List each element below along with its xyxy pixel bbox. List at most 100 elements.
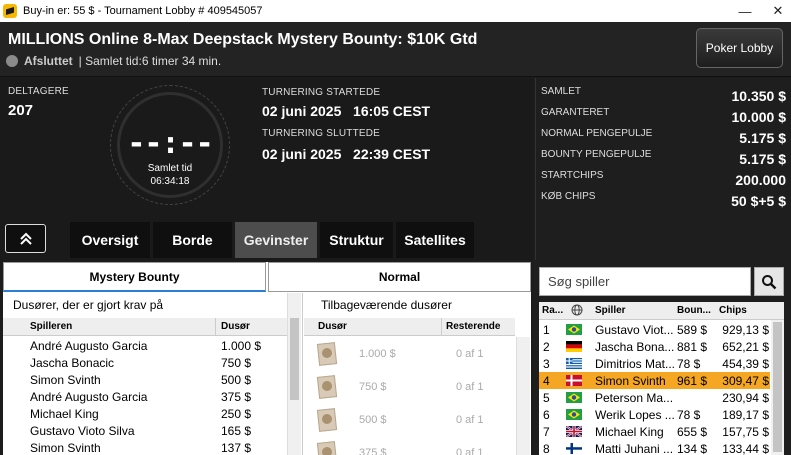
tab-satellites[interactable]: Satellites xyxy=(396,222,474,258)
search-button[interactable] xyxy=(754,267,784,296)
stat-label: SAMLET xyxy=(541,86,582,97)
player-bounty: 134 $ xyxy=(677,442,708,455)
claimed-player: Jascha Bonacic xyxy=(30,355,115,370)
player-row[interactable]: 2 Jascha Bona... 881 $ 652,21 $ xyxy=(539,338,770,355)
stat-value: 200.000 xyxy=(735,172,786,188)
players-scrollbar[interactable] xyxy=(771,320,784,455)
tab-struktur[interactable]: Struktur xyxy=(320,222,393,258)
player-chips: 652,21 $ xyxy=(722,340,769,354)
col-player: Spilleren xyxy=(30,321,73,332)
greece-flag-icon xyxy=(566,358,582,369)
col-remaining: Resterende xyxy=(446,321,501,332)
player-rank: 7 xyxy=(543,425,550,439)
player-rank: 2 xyxy=(543,340,550,354)
remaining-bounty: 1.000 $ xyxy=(359,348,396,360)
tournament-clock: --:-- Samlet tid 06:34:18 xyxy=(110,85,230,205)
stat-label: STARTCHIPS xyxy=(541,170,604,181)
elapsed-text: | Samlet tid:6 timer 34 min. xyxy=(78,54,222,68)
player-rank: 1 xyxy=(543,323,550,337)
player-search-input[interactable]: Søg spiller xyxy=(539,267,751,296)
remaining-bounty: 375 $ xyxy=(359,447,387,455)
tournament-info: DELTAGERE 207 --:-- Samlet tid 06:34:18 … xyxy=(0,78,533,260)
claimed-row[interactable]: Michael King 250 $ xyxy=(3,405,287,422)
window-title: Buy-in er: 55 $ - Tournament Lobby # 409… xyxy=(23,5,263,17)
claimed-row[interactable]: Simon Svinth 137 $ xyxy=(3,439,287,455)
player-rank: 3 xyxy=(543,357,550,371)
player-bounty: 78 $ xyxy=(677,408,701,422)
brazil-flag-icon xyxy=(566,409,582,420)
tab-gevinster[interactable]: Gevinster xyxy=(235,222,317,258)
remaining-bounty: 750 $ xyxy=(359,381,387,393)
brazil-flag-icon xyxy=(566,324,582,335)
claimed-bounty: 1.000 $ xyxy=(221,338,262,353)
col-rank: Ra... xyxy=(542,305,564,316)
minimize-icon[interactable]: — xyxy=(730,0,760,22)
claimed-player: Simon Svinth xyxy=(30,440,101,455)
claimed-scrollbar[interactable] xyxy=(287,293,301,455)
stat-row: KØB CHIPS 50 $+5 $ xyxy=(541,191,786,211)
player-rank: 4 xyxy=(543,374,550,388)
player-chips: 309,47 $ xyxy=(722,374,769,388)
ended-value: 02 juni 2025 22:39 CEST xyxy=(262,146,431,162)
clock-digits: --:-- xyxy=(127,126,213,161)
player-row[interactable]: 4 Simon Svinth 961 $ 309,47 $ xyxy=(539,372,770,389)
players-table: Ra... Spiller Boun... Chips 1 Gustavo Vio… xyxy=(539,302,784,455)
player-bounty: 961 $ xyxy=(677,374,708,388)
remaining-row: 750 $ 0 af 1 xyxy=(304,373,515,401)
subtab-normal[interactable]: Normal xyxy=(268,262,531,292)
search-icon xyxy=(762,274,777,289)
subtab-mystery-bounty[interactable]: Mystery Bounty xyxy=(3,262,266,292)
player-row[interactable]: 3 Dimitrios Mat... 78 $ 454,39 $ xyxy=(539,355,770,372)
scroll-thumb[interactable] xyxy=(290,318,299,400)
player-bounty: 78 $ xyxy=(677,357,701,371)
tab-borde[interactable]: Borde xyxy=(153,222,232,258)
player-name: Simon Svinth xyxy=(595,374,666,388)
tab-oversigt[interactable]: Oversigt xyxy=(70,222,150,258)
poker-lobby-button[interactable]: Poker Lobby xyxy=(696,28,783,68)
col-bounty: Boun... xyxy=(677,305,711,316)
player-name: Jascha Bona... xyxy=(595,340,675,354)
claimed-row[interactable]: André Augusto Garcia 375 $ xyxy=(3,388,287,405)
stat-value: 5.175 $ xyxy=(739,151,786,167)
claimed-player: Gustavo Vioto Silva xyxy=(30,423,135,438)
close-icon[interactable]: ✕ xyxy=(763,0,791,22)
entrants-value: 207 xyxy=(8,102,34,119)
player-rank: 8 xyxy=(543,442,550,455)
claimed-bounty: 250 $ xyxy=(221,406,252,421)
started-value: 02 juni 2025 16:05 CEST xyxy=(262,103,431,119)
stat-row: NORMAL PENGEPULJE 5.175 $ xyxy=(541,128,786,148)
player-bounty: 881 $ xyxy=(677,340,708,354)
claimed-bounty: 750 $ xyxy=(221,355,252,370)
player-row[interactable]: 6 Werik Lopes ... 78 $ 189,17 $ xyxy=(539,406,770,423)
mystery-envelope-icon xyxy=(316,441,338,455)
stat-row: SAMLET 10.350 $ xyxy=(541,86,786,106)
remaining-row: 1.000 $ 0 af 1 xyxy=(304,340,515,368)
remaining-count: 0 af 1 xyxy=(456,348,484,360)
claimed-bounty: 137 $ xyxy=(221,440,252,455)
claimed-row[interactable]: André Augusto Garcia 1.000 $ xyxy=(3,337,287,354)
clock-caption: Samlet tid xyxy=(147,163,193,174)
player-row[interactable]: 1 Gustavo Viot... 589 $ 929,13 $ xyxy=(539,321,770,338)
player-row[interactable]: 8 Matti Juhani ... 134 $ 133,44 $ xyxy=(539,440,770,455)
claimed-row[interactable]: Simon Svinth 500 $ xyxy=(3,371,287,388)
scroll-thumb[interactable] xyxy=(773,322,782,452)
ended-label: TURNERING SLUTTEDE xyxy=(262,128,381,139)
remaining-count: 0 af 1 xyxy=(456,447,484,455)
claimed-row[interactable]: Gustavo Vioto Silva 165 $ xyxy=(3,422,287,439)
claimed-row[interactable]: Jascha Bonacic 750 $ xyxy=(3,354,287,371)
started-label: TURNERING STARTEDE xyxy=(262,87,381,98)
mystery-envelope-icon xyxy=(316,375,338,399)
player-row[interactable]: 7 Michael King 655 $ 157,75 $ xyxy=(539,423,770,440)
stat-value: 50 $+5 $ xyxy=(731,193,786,209)
prize-stats: SAMLET 10.350 $ GARANTERET 10.000 $ NORMAL… xyxy=(535,78,791,260)
stat-value: 10.000 $ xyxy=(731,109,787,125)
remaining-scrollbar[interactable] xyxy=(516,337,530,455)
collapse-button[interactable] xyxy=(5,224,46,253)
col-player: Spiller xyxy=(595,305,626,316)
player-row[interactable]: 5 Peterson Ma... 230,94 $ xyxy=(539,389,770,406)
col-bounty: Dusør xyxy=(318,321,347,332)
remaining-count: 0 af 1 xyxy=(456,414,484,426)
finland-flag-icon xyxy=(566,443,582,454)
tournament-name: MILLIONS Online 8-Max Deepstack Mystery … xyxy=(8,31,478,48)
remaining-heading: Tilbageværende dusører xyxy=(321,298,452,312)
